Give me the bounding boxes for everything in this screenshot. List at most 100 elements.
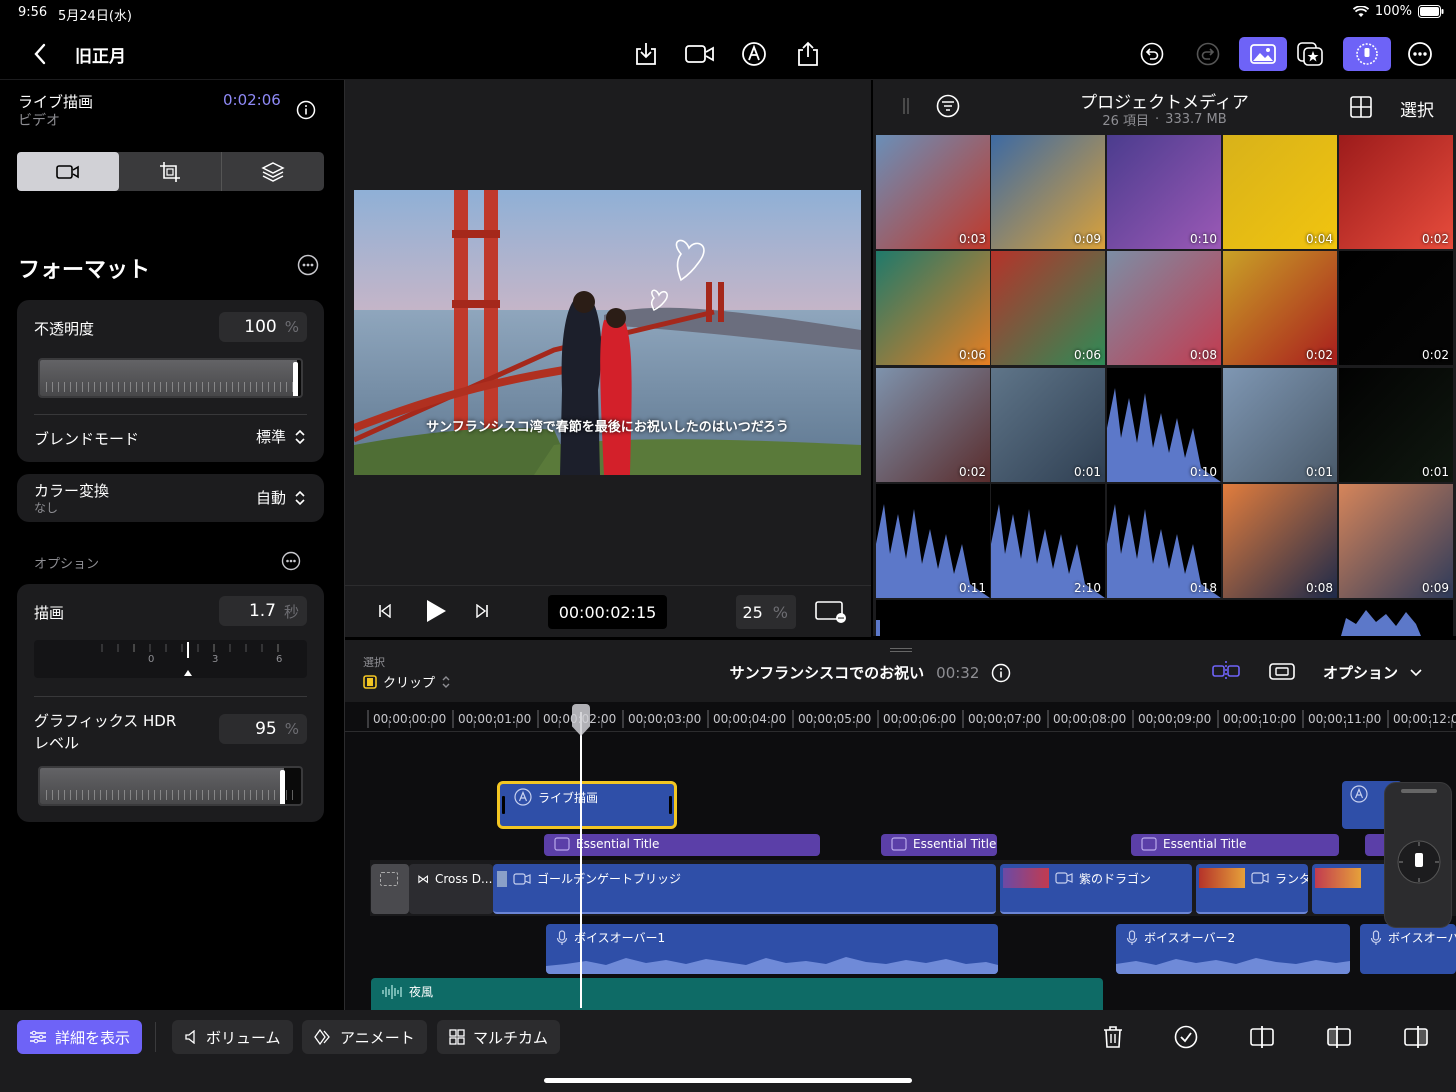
checkmark-button[interactable]	[1174, 1025, 1198, 1049]
video-clip-golden-gate[interactable]: ゴールデンゲートブリッジ	[493, 864, 996, 914]
keyframe-icon	[314, 1029, 330, 1045]
precision-jog-control[interactable]	[1384, 782, 1452, 928]
tab-transform[interactable]	[119, 152, 221, 191]
opacity-value-field[interactable]: 100 %	[219, 312, 307, 342]
undo-button[interactable]	[1134, 36, 1170, 72]
live-drawing-button[interactable]	[736, 36, 772, 72]
home-indicator	[544, 1078, 912, 1083]
media-thumbnail[interactable]: 0:03	[876, 135, 990, 249]
more-button[interactable]	[1402, 36, 1438, 72]
title-clip-1[interactable]: Essential Title	[544, 834, 820, 856]
media-thumbnail[interactable]: 0:02	[1339, 135, 1453, 249]
media-thumbnail[interactable]: 0:02	[876, 368, 990, 482]
chevron-updown-icon	[295, 490, 305, 505]
trim-end-button[interactable]	[1403, 1025, 1429, 1049]
media-thumbnail[interactable]: 0:18	[1107, 484, 1221, 598]
audio-skimming-button[interactable]	[1268, 660, 1296, 682]
top-bar: 旧正月	[0, 28, 1456, 80]
hdr-value-field[interactable]: 95 %	[219, 714, 307, 744]
opacity-slider[interactable]	[38, 358, 303, 398]
media-thumbnail[interactable]: 0:01	[1223, 368, 1337, 482]
video-clip-purple-dragon[interactable]: 紫のドラゴン	[1000, 864, 1192, 914]
playhead[interactable]	[580, 712, 582, 1008]
draw-value: 1.7	[248, 601, 276, 621]
media-thumbnail[interactable]: 0:10	[1107, 368, 1221, 482]
media-thumbnail[interactable]: 0:10	[1107, 135, 1221, 249]
video-preview[interactable]: サンフランシスコ湾で春節を最後にお祝いしたのはいつだろう	[354, 190, 861, 475]
voiceover-clip-2[interactable]: ボイスオーバー2	[1116, 924, 1350, 974]
voiceover-clip-3[interactable]: ボイスオーバ	[1360, 924, 1456, 974]
options-card: 描画 1.7 秒 0 3 6 グラフィックス HDR レベル 95 %	[17, 584, 324, 822]
grid-view-button[interactable]	[1350, 96, 1372, 118]
select-button[interactable]: 選択	[1400, 96, 1434, 121]
trim-start-button[interactable]	[1326, 1025, 1352, 1049]
video-clip-lantern[interactable]: ランタ	[1196, 864, 1308, 914]
previous-frame-button[interactable]	[378, 604, 392, 618]
media-duration: 0:06	[959, 348, 986, 362]
show-details-label: 詳細を表示	[55, 1028, 131, 1047]
share-button[interactable]	[790, 36, 826, 72]
media-thumbnail[interactable]: 2:10	[991, 484, 1105, 598]
media-duration: 0:08	[1306, 581, 1333, 595]
timecode-display[interactable]: 00:00:02:15	[548, 595, 667, 629]
media-thumbnail[interactable]: 0:09	[1339, 484, 1453, 598]
blend-mode-picker[interactable]: 標準	[256, 426, 306, 447]
zoom-field[interactable]: 25 %	[736, 595, 796, 629]
options-more-button[interactable]	[281, 551, 301, 571]
play-button[interactable]	[425, 599, 447, 623]
media-thumbnail[interactable]: 0:08	[1107, 251, 1221, 365]
back-button[interactable]	[22, 36, 58, 72]
inspector-button[interactable]	[1343, 37, 1391, 71]
media-thumbnail[interactable]: 0:06	[991, 251, 1105, 365]
tab-layers[interactable]	[221, 152, 324, 191]
camera-button[interactable]	[682, 36, 718, 72]
media-thumbnail[interactable]: 0:04	[1223, 135, 1337, 249]
title-clip-label: Essential Title	[913, 837, 997, 851]
media-thumbnail[interactable]: 0:02	[1339, 251, 1453, 365]
media-thumbnail[interactable]: 0:01	[991, 368, 1105, 482]
live-drawing-clip[interactable]: ライブ描画	[497, 781, 677, 829]
redo-button[interactable]	[1190, 36, 1226, 72]
voiceover-clip-1[interactable]: ボイスオーバー1	[546, 924, 998, 974]
media-duration: 0:01	[1306, 465, 1333, 479]
status-bar: 9:56 5月24日(水) 100%	[0, 0, 1456, 28]
blend-label: ブレンドモード	[34, 430, 140, 448]
voiceover-label: ボイスオーバー2	[1144, 931, 1236, 945]
cross-dissolve-transition[interactable]: ⋈ Cross D...	[409, 864, 493, 914]
import-button[interactable]	[628, 36, 664, 72]
color-conversion-picker[interactable]: 自動	[256, 487, 306, 508]
hdr-slider[interactable]	[38, 766, 303, 806]
timeline-resize-handle[interactable]	[890, 648, 912, 652]
format-more-button[interactable]	[297, 254, 319, 276]
import-icon	[636, 43, 656, 65]
tab-video[interactable]	[17, 152, 119, 191]
viewer-options-button[interactable]	[815, 600, 847, 624]
media-thumbnail[interactable]: 0:08	[1223, 484, 1337, 598]
split-button[interactable]	[1249, 1025, 1275, 1049]
media-thumbnail[interactable]: 0:06	[876, 251, 990, 365]
media-thumbnail[interactable]: 0:09	[991, 135, 1105, 249]
delete-button[interactable]	[1102, 1025, 1124, 1049]
draw-time-scrubber[interactable]: 0 3 6	[34, 640, 307, 678]
draw-value-field[interactable]: 1.7 秒	[219, 596, 307, 626]
opacity-unit: %	[284, 318, 299, 336]
content-library-button[interactable]	[1292, 36, 1328, 72]
photos-browser-button[interactable]	[1239, 37, 1287, 71]
title-clip-3[interactable]: Essential Title	[1131, 834, 1339, 856]
media-thumbnail[interactable]: 0:01	[1339, 368, 1453, 482]
timeline-options-button[interactable]: オプション	[1323, 662, 1422, 683]
show-details-button[interactable]: 詳細を表示	[17, 1020, 143, 1054]
media-thumbnail[interactable]: 0:02	[1223, 251, 1337, 365]
chevron-left-icon	[34, 43, 46, 65]
animate-button[interactable]: アニメート	[302, 1020, 427, 1054]
title-clip-2[interactable]: Essential Title	[881, 834, 997, 856]
media-thumbnail[interactable]: 0:11	[876, 484, 990, 598]
multicam-button[interactable]: マルチカム	[437, 1020, 561, 1054]
next-frame-button[interactable]	[475, 604, 489, 618]
pen-circle-icon	[742, 42, 766, 66]
info-button[interactable]	[296, 100, 316, 120]
placeholder-clip[interactable]	[371, 864, 409, 914]
music-clip[interactable]: 夜風	[371, 978, 1103, 1010]
snapping-button[interactable]	[1211, 660, 1241, 682]
volume-button[interactable]: ボリューム	[172, 1020, 293, 1054]
